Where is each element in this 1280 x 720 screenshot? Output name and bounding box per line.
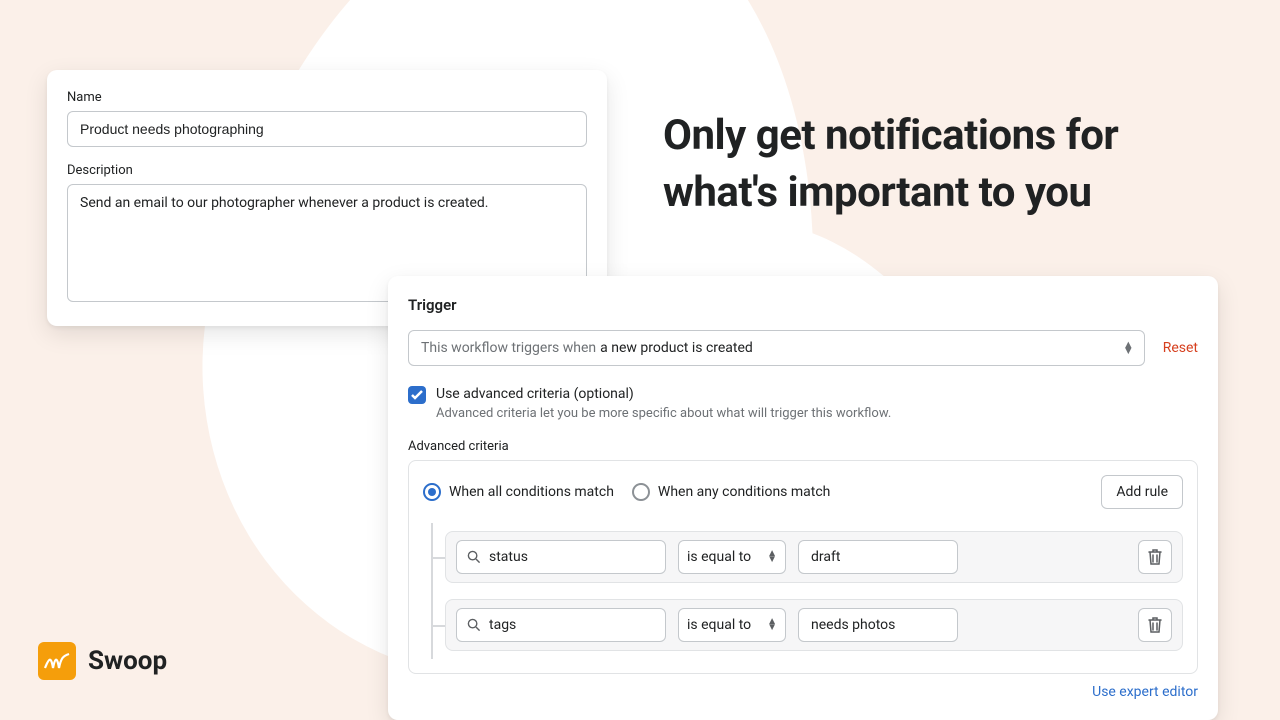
- add-rule-button[interactable]: Add rule: [1101, 475, 1183, 509]
- name-label: Name: [67, 90, 587, 105]
- search-icon: [467, 618, 481, 632]
- trigger-title: Trigger: [408, 296, 1198, 314]
- match-any-radio[interactable]: When any conditions match: [632, 483, 830, 501]
- description-label: Description: [67, 163, 587, 178]
- rule-property-field[interactable]: tags: [456, 608, 666, 642]
- delete-rule-button[interactable]: [1138, 608, 1172, 642]
- radio-icon: [423, 483, 441, 501]
- brand-logo-icon: [38, 642, 76, 680]
- trash-icon: [1148, 549, 1162, 565]
- match-all-label: When all conditions match: [449, 484, 614, 500]
- rule-operator-select[interactable]: is equal to ▲▼: [678, 608, 786, 642]
- select-caret-icon: ▲▼: [767, 551, 777, 563]
- expert-editor-link[interactable]: Use expert editor: [408, 684, 1198, 700]
- trash-icon: [1148, 617, 1162, 633]
- page-headline: Only get notifications for what's import…: [663, 108, 1240, 221]
- advanced-criteria-label: Advanced criteria: [408, 439, 1198, 454]
- rule-value-field[interactable]: draft: [798, 540, 958, 574]
- trigger-select[interactable]: This workflow triggers when a new produc…: [408, 330, 1145, 366]
- reset-link[interactable]: Reset: [1163, 340, 1198, 356]
- match-all-radio[interactable]: When all conditions match: [423, 483, 614, 501]
- brand: Swoop: [38, 642, 167, 680]
- rule-row: status is equal to ▲▼ draft: [431, 523, 1183, 591]
- search-icon: [467, 550, 481, 564]
- rule-property-field[interactable]: status: [456, 540, 666, 574]
- rule-row: tags is equal to ▲▼ needs photos: [431, 591, 1183, 659]
- select-caret-icon: ▲▼: [1123, 342, 1134, 354]
- brand-name: Swoop: [88, 646, 167, 676]
- name-input[interactable]: [67, 111, 587, 147]
- criteria-box: When all conditions match When any condi…: [408, 460, 1198, 674]
- trigger-select-value: a new product is created: [600, 340, 753, 356]
- rules-list: status is equal to ▲▼ draft: [431, 523, 1183, 659]
- rule-operator-select[interactable]: is equal to ▲▼: [678, 540, 786, 574]
- advanced-checkbox-help: Advanced criteria let you be more specif…: [436, 406, 891, 421]
- trigger-select-prefix: This workflow triggers when: [421, 340, 596, 356]
- trigger-card: Trigger This workflow triggers when a ne…: [388, 276, 1218, 720]
- advanced-criteria-checkbox[interactable]: [408, 386, 426, 404]
- radio-icon: [632, 483, 650, 501]
- delete-rule-button[interactable]: [1138, 540, 1172, 574]
- advanced-checkbox-label: Use advanced criteria (optional): [436, 386, 891, 402]
- rule-value-field[interactable]: needs photos: [798, 608, 958, 642]
- select-caret-icon: ▲▼: [767, 619, 777, 631]
- match-any-label: When any conditions match: [658, 484, 830, 500]
